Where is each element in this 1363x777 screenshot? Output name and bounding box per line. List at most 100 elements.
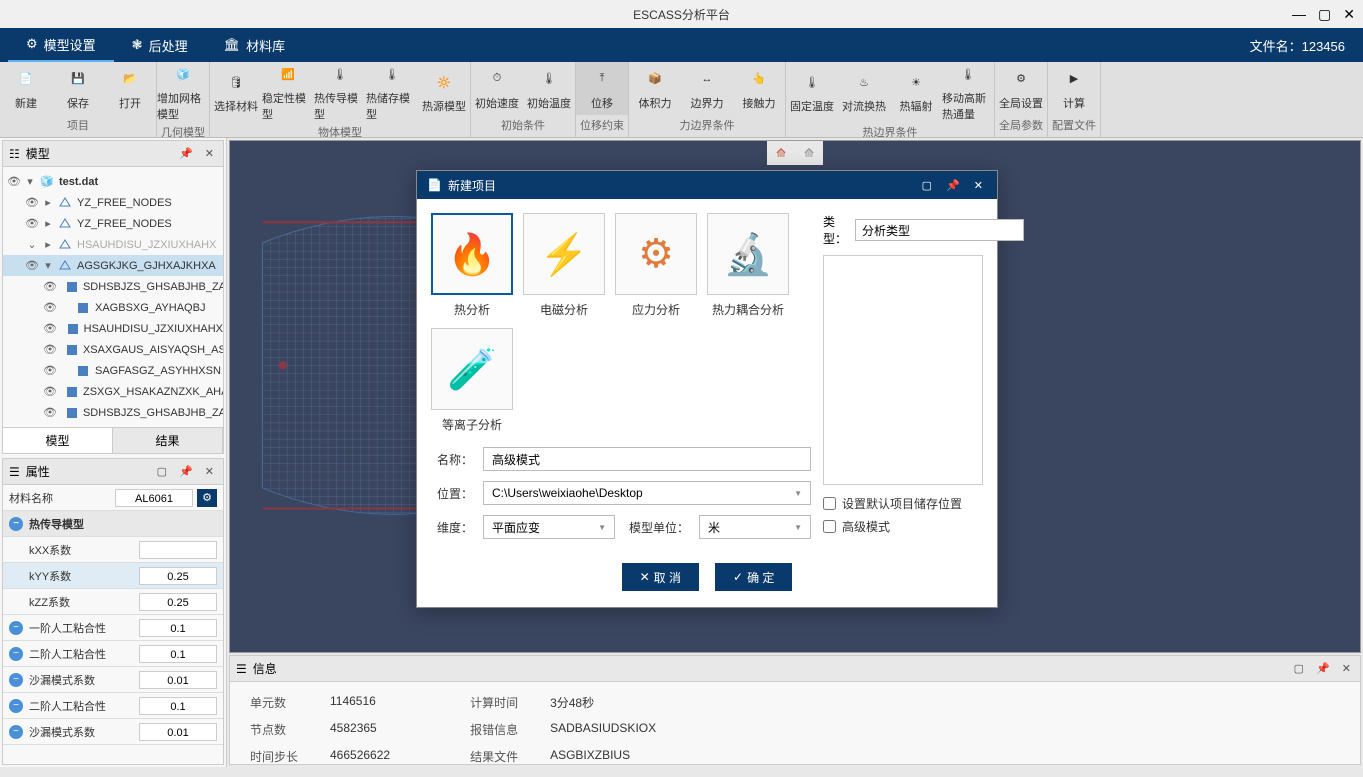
ribbon-item[interactable]: ♨对流换热 <box>838 62 890 122</box>
visibility-icon[interactable]: 👁 <box>43 301 57 314</box>
menu-materials[interactable]: 🏛 材料库 <box>206 28 304 62</box>
property-value[interactable]: 0.1 <box>139 697 217 715</box>
visibility-icon[interactable]: 👁 <box>25 196 39 209</box>
ribbon-item[interactable]: 👆接触力 <box>733 62 785 115</box>
property-value[interactable]: 0.01 <box>139 723 217 741</box>
tree-row[interactable]: 👁XAGBSXG_AYHAQBJ <box>3 297 223 318</box>
analysis-type-card[interactable]: ⚙应力分析 <box>615 213 697 318</box>
expand-icon[interactable]: ▸ <box>43 217 53 230</box>
expand-icon[interactable]: ▾ <box>43 259 53 272</box>
collapse-icon[interactable]: − <box>9 647 23 661</box>
axis-tool-2[interactable]: ⟰ <box>795 141 823 165</box>
analysis-type-card[interactable]: 🔥热分析 <box>431 213 513 318</box>
ribbon-item[interactable]: ↔边界力 <box>681 62 733 115</box>
collapse-icon[interactable]: − <box>9 725 23 739</box>
pin-icon[interactable]: 📌 <box>176 147 196 160</box>
ribbon-item[interactable]: 🌡移动高斯热通量 <box>942 62 994 122</box>
visibility-icon[interactable]: 👁 <box>25 217 39 230</box>
restore-icon[interactable]: ▢ <box>154 465 170 478</box>
material-value[interactable]: AL6061 <box>115 489 193 507</box>
visibility-icon[interactable]: 👁 <box>25 259 39 272</box>
pin-icon[interactable]: 📌 <box>1313 662 1333 675</box>
ribbon-item[interactable]: ☀热辐射 <box>890 62 942 122</box>
expand-icon[interactable]: ▸ <box>43 196 53 209</box>
axis-tool-1[interactable]: ⟰ <box>767 141 795 165</box>
restore-icon[interactable]: ▢ <box>1291 662 1307 675</box>
maximize-button[interactable]: ▢ <box>1318 6 1331 23</box>
ok-button[interactable]: ✓ 确 定 <box>715 563 792 591</box>
visibility-icon[interactable]: 👁 <box>43 280 57 293</box>
ribbon-item[interactable]: ⚙全局设置 <box>995 62 1047 115</box>
property-value[interactable]: 0.01 <box>139 671 217 689</box>
minimize-button[interactable]: — <box>1292 6 1306 23</box>
close-button[interactable]: ✕ <box>1343 6 1355 23</box>
ribbon-item[interactable]: 📦体积力 <box>629 62 681 115</box>
ribbon-item[interactable]: 🧊增加网格模型 <box>157 62 209 122</box>
tree-row[interactable]: 👁SDHSBJZS_GHSABJHB_ZAHU <box>3 402 223 423</box>
tab-model[interactable]: 模型 <box>3 428 113 453</box>
collapse-icon[interactable]: − <box>9 621 23 635</box>
gear-icon[interactable]: ⚙ <box>197 489 217 507</box>
tree-row[interactable]: 👁HSAUHDISU_JZXIUXHAHX <box>3 318 223 339</box>
property-value[interactable]: 0.25 <box>139 567 217 585</box>
ribbon-item[interactable]: 🌡热传导模型 <box>314 62 366 122</box>
tree-row[interactable]: 👁SDHSBJZS_GHSABJHB_ZAHU <box>3 276 223 297</box>
advanced-mode-checkbox[interactable] <box>823 520 836 533</box>
ribbon-item[interactable]: ▶计算 <box>1048 62 1100 115</box>
type-list-box[interactable] <box>823 255 983 485</box>
analysis-type-card[interactable]: 🔬热力耦合分析 <box>707 213 789 318</box>
tree-root[interactable]: 👁▾🧊test.dat <box>3 171 223 192</box>
tree-row[interactable]: 👁▸YZ_FREE_NODES <box>3 192 223 213</box>
collapse-icon[interactable]: ▾ <box>25 175 35 188</box>
ribbon-item[interactable]: ⏱初始速度 <box>471 62 523 115</box>
tree-row[interactable]: 👁ZSXGX_HSAKAZNZXK_AHASX <box>3 381 223 402</box>
visibility-icon[interactable]: 👁 <box>7 175 21 188</box>
tree-row[interactable]: 👁▾AGSGKJKG_GJHXAJKHXA <box>3 255 223 276</box>
default-location-checkbox[interactable] <box>823 497 836 510</box>
dimension-select[interactable]: 平面应变 ▼ <box>483 515 615 539</box>
ribbon-item[interactable]: 📶稳定性模型 <box>262 62 314 122</box>
ribbon-item[interactable]: 💾保存 <box>52 62 104 115</box>
ribbon-item[interactable]: 📄新建 <box>0 62 52 115</box>
tab-results[interactable]: 结果 <box>113 428 223 453</box>
property-value[interactable]: 0.25 <box>139 593 217 611</box>
analysis-type-card[interactable]: 🧪等离子分析 <box>431 328 513 433</box>
type-input[interactable] <box>855 219 1024 241</box>
tree-row[interactable]: 👁XSAXGAUS_AISYAQSH_ASHX <box>3 339 223 360</box>
location-select[interactable]: C:\Users\weixiaohe\Desktop ▼ <box>483 481 811 505</box>
visibility-icon[interactable]: 👁 <box>43 343 57 356</box>
restore-icon[interactable]: ▢ <box>918 179 936 192</box>
pin-icon[interactable]: 📌 <box>942 179 964 192</box>
ribbon-item[interactable]: 🌡初始温度 <box>523 62 575 115</box>
analysis-type-card[interactable]: ⚡电磁分析 <box>523 213 605 318</box>
collapse-icon[interactable]: − <box>9 673 23 687</box>
ribbon-item[interactable]: 🔆热源模型 <box>418 62 470 122</box>
collapse-icon[interactable]: − <box>9 699 23 713</box>
expand-icon[interactable]: ▸ <box>43 238 53 251</box>
close-icon[interactable]: ✕ <box>202 465 217 478</box>
tree-row[interactable]: ⌄▸HSAUHDISU_JZXIUXHAHX <box>3 234 223 255</box>
visibility-icon[interactable]: ⌄ <box>25 238 39 251</box>
ribbon-item[interactable]: 🛢选择材料 <box>210 62 262 122</box>
ribbon-item[interactable]: 📂打开 <box>104 62 156 115</box>
visibility-icon[interactable]: 👁 <box>43 385 57 398</box>
cancel-button[interactable]: ✕ 取 消 <box>622 563 699 591</box>
ribbon-item[interactable]: ⤒位移 <box>576 62 628 115</box>
pin-icon[interactable]: 📌 <box>176 465 196 478</box>
property-value[interactable]: 0.1 <box>139 645 217 663</box>
visibility-icon[interactable]: 👁 <box>43 406 57 419</box>
name-input[interactable] <box>483 447 811 471</box>
visibility-icon[interactable]: 👁 <box>43 322 57 335</box>
tree-row[interactable]: 👁SAGFASGZ_ASYHHXSN <box>3 360 223 381</box>
close-icon[interactable]: ✕ <box>202 147 217 160</box>
ribbon-item[interactable]: 🌡热储存模型 <box>366 62 418 122</box>
menu-postprocess[interactable]: ❃ 后处理 <box>114 28 206 62</box>
unit-select[interactable]: 米 ▼ <box>699 515 811 539</box>
collapse-icon[interactable]: − <box>9 517 23 531</box>
close-icon[interactable]: ✕ <box>970 179 987 192</box>
property-value[interactable] <box>139 541 217 559</box>
tree-row[interactable]: 👁▸YZ_FREE_NODES <box>3 213 223 234</box>
property-value[interactable]: 0.1 <box>139 619 217 637</box>
ribbon-item[interactable]: 🌡固定温度 <box>786 62 838 122</box>
menu-model-settings[interactable]: ⚙ 模型设置 <box>8 28 114 62</box>
